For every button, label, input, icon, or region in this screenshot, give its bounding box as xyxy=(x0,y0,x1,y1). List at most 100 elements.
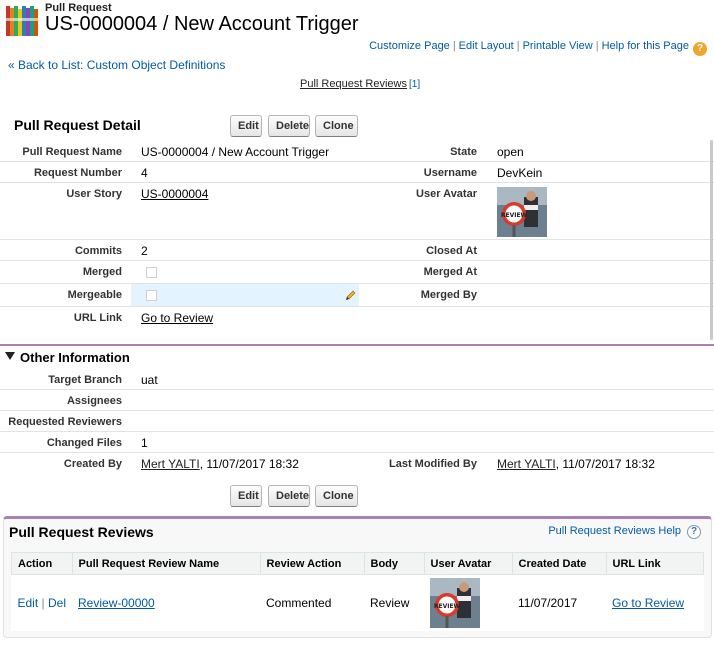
target-branch-value: uat xyxy=(141,373,158,387)
column-header-body[interactable]: Body xyxy=(363,552,425,575)
last-modified-by-value: Mert YALTI, 11/07/2017 18:32 xyxy=(497,457,655,471)
help-icon[interactable]: ? xyxy=(687,525,701,539)
object-books-icon xyxy=(6,6,38,36)
column-header-action: Action xyxy=(11,552,73,575)
customize-page-link[interactable]: Customize Page xyxy=(369,40,450,52)
assignees-label: Assignees xyxy=(66,395,122,407)
svg-text:REVIEW: REVIEW xyxy=(501,212,528,219)
row-delete-link[interactable]: Del xyxy=(48,596,66,610)
svg-text:REVIEW: REVIEW xyxy=(434,603,461,610)
go-to-review-link[interactable]: Go to Review xyxy=(141,311,213,325)
mergeable-label: Mergeable xyxy=(67,289,122,301)
field-row: Requested Reviewers xyxy=(0,411,714,432)
related-list-label[interactable]: Pull Request Reviews xyxy=(300,78,407,90)
merged-at-label: Merged At xyxy=(423,266,477,278)
user-story-label: User Story xyxy=(66,188,122,200)
user-story-link[interactable]: US-0000004 xyxy=(141,187,208,201)
help-icon[interactable]: ? xyxy=(693,42,707,56)
clone-button[interactable]: Clone xyxy=(315,115,358,137)
closed-at-label: Closed At xyxy=(426,245,477,257)
table-row: Edit | Del Review-00000 Commented Review xyxy=(12,575,704,631)
field-row: Commits 2 Closed At xyxy=(0,240,714,261)
last-modified-by-date: , 11/07/2017 18:32 xyxy=(555,457,655,471)
merged-label: Merged xyxy=(82,266,122,278)
request-number-label: Request Number xyxy=(33,167,122,179)
request-number-value: 4 xyxy=(141,166,148,180)
created-by-date: , 11/07/2017 18:32 xyxy=(199,457,299,471)
created-by-user-link[interactable]: Mert YALTI xyxy=(141,457,200,471)
commits-value: 2 xyxy=(141,244,148,258)
pull-request-reviews-related-list: Pull Request Reviews Pull Request Review… xyxy=(3,516,712,638)
state-label: State xyxy=(450,146,477,158)
target-branch-label: Target Branch xyxy=(48,374,122,386)
related-list-hover-link[interactable]: Pull Request Reviews [1] xyxy=(300,78,420,90)
page-title: US-0000004 / New Account Trigger xyxy=(45,13,359,35)
column-header-url-link[interactable]: URL Link xyxy=(605,552,705,575)
column-header-review-action[interactable]: Review Action xyxy=(259,552,365,575)
column-header-created-date[interactable]: Created Date xyxy=(511,552,607,575)
merged-checkbox xyxy=(146,267,157,278)
delete-button[interactable]: Delete xyxy=(268,115,310,137)
field-row: URL Link Go to Review xyxy=(0,307,714,330)
user-avatar-label: User Avatar xyxy=(416,188,477,200)
printable-view-link[interactable]: Printable View xyxy=(523,40,593,52)
top-links: Customize Page | Edit Layout | Printable Vie… xyxy=(369,40,707,56)
username-value: DevKein xyxy=(497,166,543,180)
user-avatar-image: REVIEW xyxy=(497,187,547,237)
field-row: Request Number 4 Username DevKein xyxy=(0,162,714,183)
review-user-avatar-image: REVIEW xyxy=(430,577,481,628)
row-edit-link[interactable]: Edit xyxy=(18,596,39,610)
column-header-review-name[interactable]: Pull Request Review Name xyxy=(71,552,261,575)
url-link-label: URL Link xyxy=(73,312,122,324)
state-value: open xyxy=(497,145,524,159)
review-url-link[interactable]: Go to Review xyxy=(612,596,684,610)
field-row: Created By Mert YALTI, 11/07/2017 18:32 … xyxy=(0,453,714,474)
table-header-row: Action Pull Request Review Name Review A… xyxy=(11,552,705,575)
related-list-title: Pull Request Reviews xyxy=(9,524,154,540)
review-name-link[interactable]: Review-00000 xyxy=(78,596,155,610)
changed-files-label: Changed Files xyxy=(46,437,122,449)
created-by-value: Mert YALTI, 11/07/2017 18:32 xyxy=(141,457,299,471)
delete-button-bottom[interactable]: Delete xyxy=(268,485,310,507)
related-list-count: [1] xyxy=(409,79,421,90)
column-header-user-avatar[interactable]: User Avatar xyxy=(423,552,513,575)
pull-request-reviews-help-link[interactable]: Pull Request Reviews Help xyxy=(548,525,681,537)
field-row: Changed Files 1 xyxy=(0,432,714,453)
row-action-separator: | xyxy=(41,595,45,610)
field-row: Target Branch uat xyxy=(0,369,714,390)
edit-button-bottom[interactable]: Edit xyxy=(230,485,262,507)
changed-files-value: 1 xyxy=(141,436,148,450)
related-list-help[interactable]: Pull Request Reviews Help? xyxy=(548,525,701,539)
review-body-value: Review xyxy=(370,595,410,610)
field-row: User Story US-0000004 User Avatar REVIEW xyxy=(0,183,714,240)
edit-button[interactable]: Edit xyxy=(230,115,262,137)
row-actions: Edit | Del xyxy=(12,575,73,631)
last-modified-by-user-link[interactable]: Mert YALTI xyxy=(497,457,556,471)
edit-layout-link[interactable]: Edit Layout xyxy=(459,40,514,52)
field-row: Mergeable Merged By xyxy=(0,284,714,307)
merged-by-label: Merged By xyxy=(420,289,477,301)
review-created-date-value: 11/07/2017 xyxy=(518,595,578,610)
mergeable-checkbox xyxy=(146,290,157,301)
username-label: Username xyxy=(423,167,477,179)
pencil-icon[interactable] xyxy=(345,289,357,301)
field-row: Pull Request Name US-0000004 / New Accou… xyxy=(0,141,714,162)
detail-section-title: Pull Request Detail xyxy=(14,117,141,133)
created-by-label: Created By xyxy=(63,458,122,470)
back-to-list-link[interactable]: « Back to List: Custom Object Definition… xyxy=(8,58,225,72)
mergeable-inline-edit-cell[interactable] xyxy=(131,284,359,306)
vertical-scrollbar[interactable] xyxy=(710,140,713,340)
pull-request-name-label: Pull Request Name xyxy=(22,146,122,158)
review-avatar-cell: REVIEW xyxy=(424,575,512,631)
field-row: Merged Merged At xyxy=(0,261,714,284)
commits-label: Commits xyxy=(74,245,122,257)
clone-button-bottom[interactable]: Clone xyxy=(315,485,358,507)
field-row: Assignees xyxy=(0,390,714,411)
collapse-triangle-icon[interactable] xyxy=(5,352,15,360)
reviews-table: Action Pull Request Review Name Review A… xyxy=(11,552,705,631)
pull-request-name-value: US-0000004 / New Account Trigger xyxy=(141,145,330,159)
help-for-page-link[interactable]: Help for this Page xyxy=(602,40,689,52)
requested-reviewers-label: Requested Reviewers xyxy=(8,416,122,428)
other-information-section-header[interactable]: Other Information xyxy=(0,344,714,368)
other-information-title: Other Information xyxy=(20,350,130,365)
